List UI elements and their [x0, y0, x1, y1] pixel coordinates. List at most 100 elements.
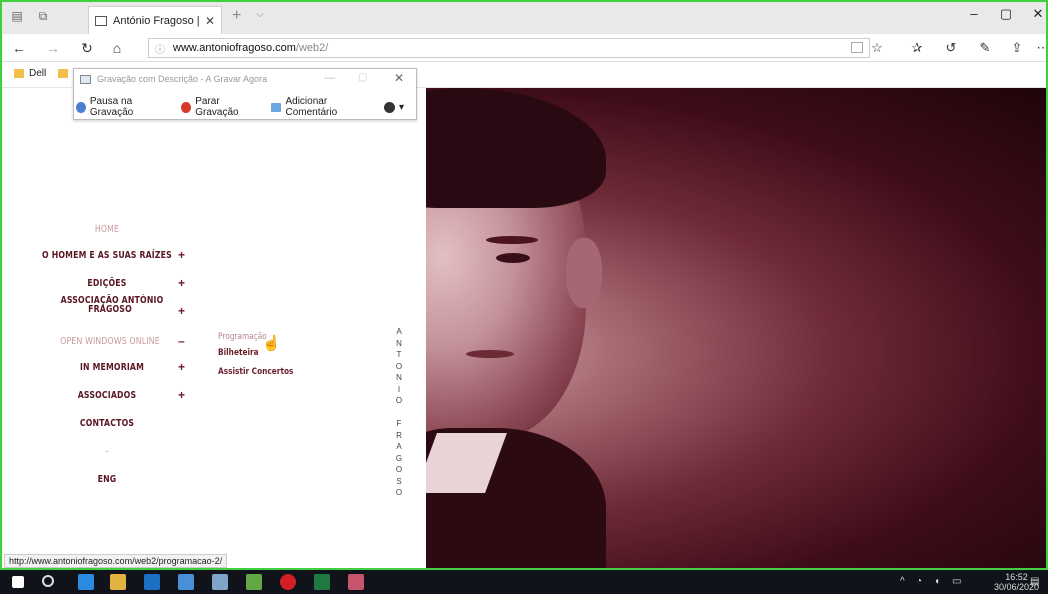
- app2-icon[interactable]: [348, 574, 364, 590]
- edge-icon[interactable]: [78, 574, 94, 590]
- menu-home[interactable]: HOME: [87, 224, 128, 235]
- vertical-letter: N: [396, 338, 402, 348]
- search-icon[interactable]: [42, 575, 54, 587]
- menu-o-homem[interactable]: O HOMEM E AS SUAS RAÍZES: [37, 250, 176, 261]
- refresh-icon[interactable]: ↻: [78, 40, 96, 57]
- vertical-name-text: ANTONIO FRAGOSO: [393, 326, 405, 499]
- menu-eng[interactable]: ENG: [93, 474, 121, 485]
- recorder-toolbar: Pausa na Gravação Parar Gravação Adicion…: [76, 96, 416, 118]
- portrait-ear: [566, 238, 602, 308]
- stop-label: Parar Gravação: [195, 96, 239, 118]
- url-bar[interactable]: ⓘ www.antoniofragoso.com /web2/: [148, 38, 870, 58]
- hand-cursor-icon: ☝: [262, 335, 281, 352]
- outlook-icon[interactable]: [144, 574, 160, 590]
- help-dropdown: ▾: [398, 101, 404, 113]
- notifications-icon[interactable]: ▤: [1030, 576, 1039, 587]
- recorder-title: Gravação com Descrição - A Gravar Agora: [80, 74, 267, 84]
- vertical-letter: O: [395, 488, 403, 497]
- favorite-dell[interactable]: Dell: [29, 68, 46, 79]
- expand-associacao-icon[interactable]: +: [178, 304, 185, 318]
- history-icon[interactable]: ↺: [942, 40, 960, 56]
- expand-edicoes-icon[interactable]: +: [178, 276, 185, 290]
- menu-associacao-line2[interactable]: FRAGOSO: [77, 304, 143, 315]
- collapse-open-windows-icon[interactable]: –: [178, 334, 185, 348]
- menu-edicoes[interactable]: EDIÇÕES: [78, 278, 135, 289]
- pause-label: Pausa na Gravação: [89, 96, 134, 118]
- url-path: /web2/: [295, 42, 329, 54]
- minimize-button[interactable]: –: [964, 6, 984, 21]
- network-icon[interactable]: ◔: [916, 576, 922, 587]
- close-tab-icon[interactable]: ✕: [205, 14, 215, 28]
- back-arrow-icon[interactable]: ←: [10, 40, 28, 56]
- menu-open-windows[interactable]: OPEN WINDOWS ONLINE: [53, 336, 168, 347]
- portrait-hair: [426, 88, 606, 208]
- expand-associados-icon[interactable]: +: [178, 388, 185, 402]
- menu-in-memoriam[interactable]: IN MEMORIAM: [71, 362, 153, 373]
- portrait-mouth: [466, 350, 514, 358]
- volume-icon[interactable]: ◖: [934, 576, 940, 587]
- battery-icon[interactable]: ▭: [952, 576, 961, 587]
- menu-associados[interactable]: ASSOCIADOS: [70, 390, 144, 401]
- menu-separator: –: [104, 446, 110, 457]
- help-button[interactable]: ▾: [383, 101, 404, 113]
- opera-icon[interactable]: [280, 574, 296, 590]
- recorder-app-icon[interactable]: [212, 574, 228, 590]
- folder-icon[interactable]: [58, 69, 68, 78]
- pause-icon: [76, 101, 86, 113]
- favorite-star-icon[interactable]: ☆: [868, 40, 886, 56]
- vertical-letter: O: [395, 465, 403, 474]
- vertical-letter: O: [395, 361, 403, 371]
- recorder-minimize-icon[interactable]: —: [324, 72, 335, 84]
- recorder-app-icon: [80, 74, 91, 84]
- expand-o-homem-icon[interactable]: +: [178, 248, 185, 262]
- vertical-letter: F: [396, 419, 402, 428]
- share-icon[interactable]: ⇪: [1008, 40, 1026, 56]
- status-link-url: http://www.antoniofragoso.com/web2/progr…: [4, 554, 228, 568]
- close-window-button[interactable]: ✕: [1028, 6, 1048, 22]
- file-explorer-icon[interactable]: [110, 574, 126, 590]
- vertical-letter: O: [395, 396, 403, 405]
- maximize-button[interactable]: ▢: [996, 6, 1016, 22]
- submenu-assistir-concertos[interactable]: Assistir Concertos: [218, 367, 293, 377]
- start-icon[interactable]: [12, 576, 24, 588]
- tab-antonio-fragoso[interactable]: António Fragoso | In Me ✕: [88, 6, 222, 34]
- favorites-hub-icon[interactable]: ✰: [908, 40, 926, 56]
- site-info-icon[interactable]: ⓘ: [155, 41, 165, 56]
- stop-recording-button[interactable]: Parar Gravação: [181, 96, 258, 118]
- stop-icon: [181, 101, 192, 113]
- more-icon[interactable]: ⋯: [1034, 40, 1048, 56]
- portrait-image: [426, 88, 1048, 568]
- excel-icon[interactable]: [314, 574, 330, 590]
- address-toolbar: ← → ↻ ⌂ ⓘ www.antoniofragoso.com /web2/ …: [0, 34, 1048, 62]
- recorder-maximize-icon[interactable]: ▢: [358, 72, 367, 83]
- screen: ▤ ⧉ António Fragoso | In Me ✕ + ⌵ – ▢ ✕ …: [0, 0, 1048, 594]
- app-icon[interactable]: [246, 574, 262, 590]
- tray-chevron-icon[interactable]: ^: [900, 576, 905, 587]
- forward-arrow-icon[interactable]: →: [44, 40, 62, 56]
- vertical-letter: A: [396, 442, 402, 451]
- tab-dropdown-icon[interactable]: ⌵: [256, 9, 264, 20]
- tab-set-aside-icon[interactable]: ▤: [10, 9, 24, 23]
- new-tab-button[interactable]: +: [232, 7, 241, 25]
- recorder-title-text: Gravação com Descrição - A Gravar Agora: [97, 74, 268, 84]
- pause-recording-button[interactable]: Pausa na Gravação: [76, 96, 169, 118]
- vertical-letter: N: [396, 373, 402, 382]
- network-app-icon[interactable]: [178, 574, 194, 590]
- expand-in-memoriam-icon[interactable]: +: [178, 360, 185, 374]
- portrait-brow: [486, 236, 538, 244]
- web-note-icon[interactable]: ✎: [976, 40, 994, 56]
- submenu-bilheteira[interactable]: Bilheteira: [218, 348, 259, 358]
- page-icon: [95, 15, 107, 26]
- vertical-letter: [398, 407, 400, 419]
- help-icon: [383, 101, 395, 113]
- tab-preview-icon[interactable]: ⧉: [36, 9, 50, 23]
- home-icon[interactable]: ⌂: [108, 40, 126, 56]
- submenu-programacao[interactable]: Programação: [218, 332, 267, 342]
- menu-contactos[interactable]: CONTACTOS: [70, 418, 144, 429]
- reading-view-icon[interactable]: [851, 42, 863, 53]
- recorder-close-icon[interactable]: ✕: [394, 71, 404, 85]
- vertical-letter: I: [397, 384, 401, 394]
- add-comment-button[interactable]: Adicionar Comentário: [270, 96, 372, 118]
- vertical-letter: A: [396, 327, 402, 336]
- recorder-window: Gravação com Descrição - A Gravar Agora …: [73, 68, 417, 120]
